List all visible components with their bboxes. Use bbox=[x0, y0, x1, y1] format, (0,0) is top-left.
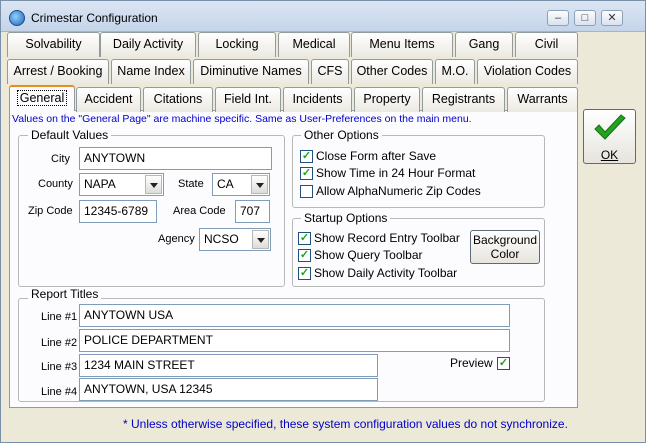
default-values-legend: Default Values bbox=[28, 128, 112, 142]
line3-label: Line #3 bbox=[41, 361, 78, 373]
tab-warrants[interactable]: Warrants bbox=[507, 87, 578, 112]
tab-menu-items[interactable]: Menu Items bbox=[351, 32, 453, 57]
time-24-hour-checkbox[interactable]: ✓ bbox=[300, 167, 313, 180]
close-button[interactable]: ✕ bbox=[601, 10, 623, 26]
ok-label: OK bbox=[600, 148, 619, 162]
close-form-checkbox[interactable]: ✓ bbox=[300, 150, 313, 163]
area-code-label: Area Code bbox=[173, 205, 226, 217]
agency-select[interactable]: NCSO bbox=[199, 228, 271, 251]
background-color-label-1: Background bbox=[472, 233, 538, 247]
line2-input[interactable]: POLICE DEPARTMENT bbox=[79, 329, 510, 352]
sync-footer-note: * Unless otherwise specified, these syst… bbox=[123, 417, 568, 431]
state-select[interactable]: CA bbox=[212, 173, 270, 196]
tab-medical[interactable]: Medical bbox=[278, 32, 350, 57]
tab-civil[interactable]: Civil bbox=[515, 32, 578, 57]
tab-general[interactable]: General bbox=[9, 85, 75, 111]
ok-button[interactable]: OK bbox=[583, 109, 636, 164]
tab-arrest-booking[interactable]: Arrest / Booking bbox=[7, 59, 109, 84]
app-icon bbox=[9, 10, 25, 26]
preview-checkbox[interactable]: ✓ bbox=[497, 357, 510, 370]
county-label: County bbox=[38, 178, 73, 190]
line3-input[interactable]: 1234 MAIN STREET bbox=[79, 354, 378, 377]
preview-label: Preview bbox=[450, 356, 493, 370]
zip-code-input[interactable]: 12345-6789 bbox=[79, 200, 157, 223]
background-color-button[interactable]: Background Color bbox=[470, 230, 540, 264]
tab-name-index[interactable]: Name Index bbox=[111, 59, 191, 84]
minimize-button[interactable]: – bbox=[547, 10, 569, 26]
tab-registrants[interactable]: Registrants bbox=[422, 87, 505, 112]
city-input[interactable]: ANYTOWN bbox=[79, 147, 272, 170]
report-titles-legend: Report Titles bbox=[28, 287, 102, 301]
tab-violation-codes[interactable]: Violation Codes bbox=[477, 59, 578, 84]
chevron-down-icon[interactable] bbox=[145, 175, 162, 194]
close-form-label: Close Form after Save bbox=[316, 149, 437, 163]
tab-locking[interactable]: Locking bbox=[198, 32, 276, 57]
tab-cfs[interactable]: CFS bbox=[311, 59, 349, 84]
chevron-down-icon[interactable] bbox=[251, 175, 268, 194]
city-label: City bbox=[51, 153, 70, 165]
tab-gang[interactable]: Gang bbox=[455, 32, 513, 57]
county-select[interactable]: NAPA bbox=[79, 173, 164, 196]
alphanumeric-zip-checkbox[interactable] bbox=[300, 185, 313, 198]
config-window: Crimestar Configuration – □ ✕ Solvabilit… bbox=[0, 0, 646, 443]
record-entry-toolbar-checkbox[interactable]: ✓ bbox=[298, 232, 311, 245]
agency-label: Agency bbox=[158, 233, 195, 245]
tab-accident[interactable]: Accident bbox=[76, 87, 141, 112]
daily-activity-toolbar-checkbox[interactable]: ✓ bbox=[298, 267, 311, 280]
checkmark-icon bbox=[594, 114, 626, 140]
tab-property[interactable]: Property bbox=[354, 87, 420, 112]
startup-options-legend: Startup Options bbox=[301, 211, 391, 225]
zip-code-label: Zip Code bbox=[28, 205, 73, 217]
daily-activity-toolbar-label: Show Daily Activity Toolbar bbox=[314, 266, 458, 280]
query-toolbar-checkbox[interactable]: ✓ bbox=[298, 249, 311, 262]
tab-diminutive-names[interactable]: Diminutive Names bbox=[193, 59, 309, 84]
tab-field-int[interactable]: Field Int. bbox=[215, 87, 281, 112]
maximize-button[interactable]: □ bbox=[574, 10, 596, 26]
title-bar: Crimestar Configuration – □ ✕ bbox=[1, 1, 645, 32]
tab-incidents[interactable]: Incidents bbox=[283, 87, 352, 112]
machine-specific-note: Values on the "General Page" are machine… bbox=[12, 113, 472, 125]
alphanumeric-zip-label: Allow AlphaNumeric Zip Codes bbox=[316, 184, 481, 198]
background-color-label-2: Color bbox=[490, 247, 520, 261]
tab-solvability[interactable]: Solvability bbox=[7, 32, 100, 57]
query-toolbar-label: Show Query Toolbar bbox=[314, 248, 423, 262]
line4-label: Line #4 bbox=[41, 386, 78, 398]
record-entry-toolbar-label: Show Record Entry Toolbar bbox=[314, 231, 460, 245]
tab-citations[interactable]: Citations bbox=[143, 87, 213, 112]
tab-mo[interactable]: M.O. bbox=[435, 59, 475, 84]
line4-input[interactable]: ANYTOWN, USA 12345 bbox=[79, 378, 378, 401]
line2-label: Line #2 bbox=[41, 337, 78, 349]
area-code-input[interactable]: 707 bbox=[235, 200, 270, 223]
line1-input[interactable]: ANYTOWN USA bbox=[79, 304, 510, 327]
tab-daily-activity[interactable]: Daily Activity bbox=[100, 32, 196, 57]
line1-label: Line #1 bbox=[41, 311, 78, 323]
window-title: Crimestar Configuration bbox=[31, 11, 158, 25]
chevron-down-icon[interactable] bbox=[252, 230, 269, 249]
tab-other-codes[interactable]: Other Codes bbox=[351, 59, 433, 84]
state-label: State bbox=[178, 178, 204, 190]
other-options-legend: Other Options bbox=[301, 128, 382, 142]
time-24-hour-label: Show Time in 24 Hour Format bbox=[316, 166, 476, 180]
